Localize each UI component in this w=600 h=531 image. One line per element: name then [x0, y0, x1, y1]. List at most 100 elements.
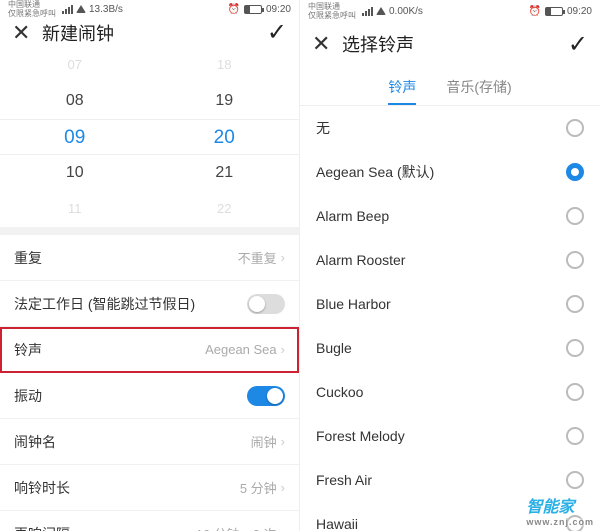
radio-icon[interactable]: [566, 295, 584, 313]
status-bar: 中国联通 仅限紧急呼叫 13.3B/s ⏰ 09:20: [0, 0, 299, 18]
row-label: 响铃时长: [14, 478, 240, 498]
ringtone-label: Hawaii: [316, 516, 566, 531]
radio-icon[interactable]: [566, 119, 584, 137]
settings-list: 重复 不重复 › 法定工作日 (智能跳过节假日) 铃声 Aegean Sea › 振…: [0, 235, 299, 531]
chevron-right-icon: ›: [281, 250, 285, 265]
chevron-right-icon: ›: [281, 480, 285, 495]
hour-option[interactable]: 10: [0, 155, 150, 191]
row-label: 法定工作日 (智能跳过节假日): [14, 294, 247, 314]
ringtone-label: Cuckoo: [316, 384, 566, 400]
ringtone-label: Fresh Air: [316, 472, 566, 488]
row-value: 闹钟: [251, 432, 277, 451]
header: ✕ 选择铃声 ✓: [300, 22, 600, 66]
alarm-icon: ⏰: [228, 4, 240, 15]
row-duration[interactable]: 响铃时长 5 分钟 ›: [0, 465, 299, 511]
net-speed: 13.3B/s: [89, 4, 123, 15]
ringtone-item[interactable]: Forest Melody: [300, 414, 600, 458]
radio-icon[interactable]: [566, 207, 584, 225]
radio-icon[interactable]: [566, 471, 584, 489]
ringtone-label: Aegean Sea (默认): [316, 162, 566, 182]
row-snooze[interactable]: 再响间隔 10 分钟，3 次 ›: [0, 511, 299, 531]
clock-time: 09:20: [266, 4, 291, 15]
time-picker[interactable]: 07 08 09 10 11 18 19 20 21 22: [0, 47, 299, 235]
page-title: 选择铃声: [336, 31, 568, 57]
battery-icon: [545, 7, 563, 16]
ringtone-item[interactable]: Cuckoo: [300, 370, 600, 414]
row-label: 重复: [14, 248, 238, 268]
emergency-label: 仅限紧急呼叫: [308, 11, 356, 20]
signal-icon: [362, 7, 373, 16]
ringtone-label: 无: [316, 118, 566, 138]
minute-option[interactable]: 21: [150, 155, 300, 191]
carrier-label: 中国联通: [308, 2, 356, 11]
row-label: 铃声: [14, 340, 205, 360]
row-ringtone[interactable]: 铃声 Aegean Sea ›: [0, 327, 299, 373]
tab-ringtones[interactable]: 铃声: [388, 77, 416, 105]
hour-option[interactable]: 11: [0, 191, 150, 227]
ringtone-item[interactable]: 无: [300, 106, 600, 150]
radio-icon[interactable]: [566, 163, 584, 181]
ringtone-item[interactable]: Blue Harbor: [300, 282, 600, 326]
net-speed: 0.00K/s: [389, 6, 423, 17]
hour-option[interactable]: 08: [0, 83, 150, 119]
chevron-right-icon: ›: [281, 526, 285, 531]
chevron-right-icon: ›: [281, 434, 285, 449]
ringtone-item[interactable]: Alarm Beep: [300, 194, 600, 238]
hour-selected[interactable]: 09: [0, 119, 150, 155]
tab-music[interactable]: 音乐(存储): [446, 77, 511, 105]
row-label: 再响间隔: [14, 524, 196, 531]
battery-icon: [244, 5, 262, 14]
row-label: 闹钟名: [14, 432, 251, 452]
header: ✕ 新建闹钟 ✓: [0, 18, 299, 47]
alarm-icon: ⏰: [529, 6, 541, 17]
ringtone-label: Blue Harbor: [316, 296, 566, 312]
radio-icon[interactable]: [566, 427, 584, 445]
ringtone-label: Bugle: [316, 340, 566, 356]
ringtone-item[interactable]: Alarm Rooster: [300, 238, 600, 282]
ringtone-label: Forest Melody: [316, 428, 566, 444]
minute-option[interactable]: 19: [150, 83, 300, 119]
radio-icon[interactable]: [566, 383, 584, 401]
row-value: 不重复: [238, 248, 277, 267]
ringtone-item[interactable]: Hawaii: [300, 502, 600, 531]
row-value: Aegean Sea: [205, 342, 277, 357]
hour-option[interactable]: 07: [0, 47, 150, 83]
row-vibrate[interactable]: 振动: [0, 373, 299, 419]
vibrate-toggle[interactable]: [247, 386, 285, 406]
confirm-icon[interactable]: ✓: [267, 18, 287, 47]
hour-wheel[interactable]: 07 08 09 10 11: [0, 47, 150, 227]
wifi-icon: [76, 5, 86, 13]
emergency-label: 仅限紧急呼叫: [8, 9, 56, 18]
select-ringtone-screen: 中国联通 仅限紧急呼叫 0.00K/s ⏰ 09:20 ✕ 选择铃声 ✓ 铃声 …: [300, 0, 600, 531]
close-icon[interactable]: ✕: [12, 20, 36, 46]
radio-icon[interactable]: [566, 251, 584, 269]
radio-icon[interactable]: [566, 515, 584, 531]
tab-bar: 铃声 音乐(存储): [300, 66, 600, 106]
ringtone-item[interactable]: Bugle: [300, 326, 600, 370]
row-value: 5 分钟: [240, 478, 277, 497]
ringtone-item[interactable]: Fresh Air: [300, 458, 600, 502]
chevron-right-icon: ›: [281, 342, 285, 357]
workday-toggle[interactable]: [247, 294, 285, 314]
page-title: 新建闹钟: [36, 20, 267, 46]
minute-selected[interactable]: 20: [150, 119, 300, 155]
ringtone-list: 无 Aegean Sea (默认) Alarm Beep Alarm Rooster B…: [300, 106, 600, 531]
row-repeat[interactable]: 重复 不重复 ›: [0, 235, 299, 281]
ringtone-label: Alarm Rooster: [316, 252, 566, 268]
confirm-icon[interactable]: ✓: [568, 30, 588, 59]
status-bar: 中国联通 仅限紧急呼叫 0.00K/s ⏰ 09:20: [300, 0, 600, 22]
row-value: 10 分钟，3 次: [196, 524, 277, 531]
minute-option[interactable]: 18: [150, 47, 300, 83]
row-alarm-name[interactable]: 闹钟名 闹钟 ›: [0, 419, 299, 465]
radio-icon[interactable]: [566, 339, 584, 357]
signal-icon: [62, 5, 73, 14]
row-workday[interactable]: 法定工作日 (智能跳过节假日): [0, 281, 299, 327]
close-icon[interactable]: ✕: [312, 31, 336, 57]
ringtone-item[interactable]: Aegean Sea (默认): [300, 150, 600, 194]
minute-wheel[interactable]: 18 19 20 21 22: [150, 47, 300, 227]
row-label: 振动: [14, 386, 247, 406]
minute-option[interactable]: 22: [150, 191, 300, 227]
new-alarm-screen: 中国联通 仅限紧急呼叫 13.3B/s ⏰ 09:20 ✕ 新建闹钟 ✓ 07 …: [0, 0, 300, 531]
carrier-label: 中国联通: [8, 0, 56, 9]
wifi-icon: [376, 7, 386, 15]
